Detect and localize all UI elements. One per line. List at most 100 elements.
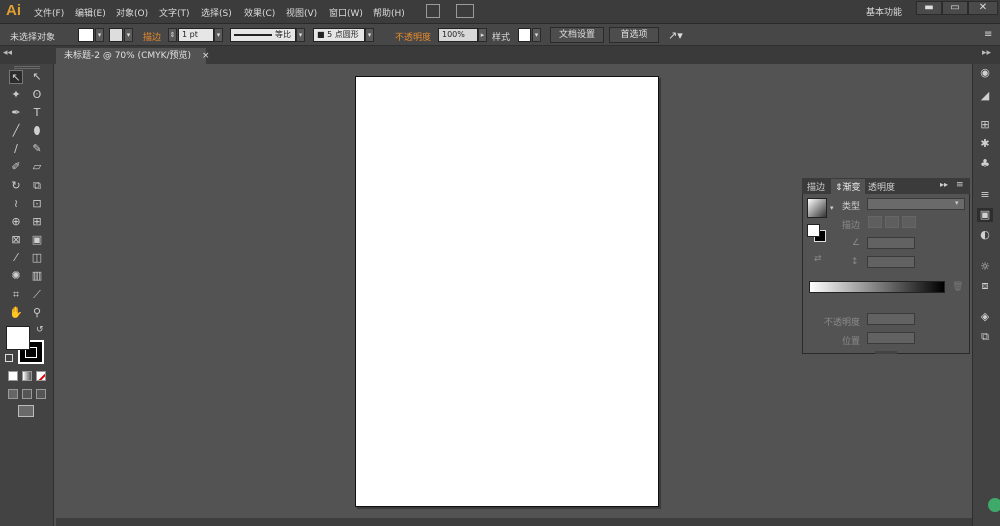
layers-icon[interactable]: ◈ — [977, 310, 993, 324]
direct-selection-tool-icon[interactable]: ↖ — [30, 70, 44, 84]
transparency-panel-icon[interactable]: ◐ — [977, 228, 993, 242]
stroke-along-icon[interactable] — [885, 216, 899, 228]
width-tool-icon[interactable]: ≀ — [9, 197, 23, 211]
brushes-icon[interactable]: ✱ — [977, 137, 993, 151]
eyedropper-tool-icon[interactable]: ⁄ — [9, 251, 23, 265]
stroke-stepper[interactable]: ⇕ — [168, 28, 177, 42]
stop-position-input[interactable] — [867, 332, 915, 344]
shape-builder-tool-icon[interactable]: ⊕ — [9, 215, 23, 229]
stroke-within-icon[interactable] — [868, 216, 882, 228]
lasso-tool-icon[interactable]: ʘ — [30, 88, 44, 102]
profile-dropdown[interactable]: ▾ — [296, 28, 305, 42]
close-window-button[interactable]: ✕ — [968, 1, 998, 15]
stroke-weight-input[interactable]: 1 pt — [178, 28, 214, 42]
collapse-dock-icon[interactable]: ▸▸ — [982, 48, 991, 58]
style-dropdown[interactable]: ▾ — [532, 28, 541, 42]
maximize-button[interactable]: ▭ — [942, 1, 968, 15]
variable-width-profile[interactable]: 等比 — [230, 28, 296, 42]
aspect-ratio-input[interactable] — [867, 256, 915, 268]
symbols-icon[interactable]: ♣ — [977, 157, 993, 171]
stroke-weight-dropdown[interactable]: ▾ — [214, 28, 223, 42]
fill-color-box[interactable] — [6, 326, 30, 350]
magic-wand-tool-icon[interactable]: ✦ — [9, 88, 23, 102]
arrange-documents-icon[interactable] — [456, 4, 474, 18]
pencil-tool-icon[interactable]: ✎ — [30, 142, 44, 156]
gradient-preview-dropdown-icon[interactable]: ▾ — [830, 204, 834, 212]
menu-window[interactable]: 窗口(W) — [329, 6, 363, 19]
document-tab[interactable]: 未标题-2 @ 70% (CMYK/预览) × — [56, 48, 210, 64]
selection-tool-icon[interactable]: ↖ — [9, 70, 23, 84]
perspective-grid-tool-icon[interactable]: ⊞ — [30, 215, 44, 229]
opacity-dropdown[interactable]: ▸ — [478, 28, 487, 42]
graphic-styles-icon[interactable]: ⧈ — [977, 279, 993, 293]
scale-tool-icon[interactable]: ⧉ — [30, 179, 44, 193]
panel-menu-icon[interactable]: ≡ — [956, 180, 964, 190]
artboard-tool-icon[interactable]: ⌗ — [9, 288, 23, 302]
collapse-toolbox-icon[interactable]: ◂◂ — [3, 48, 12, 58]
menu-effect[interactable]: 效果(C) — [244, 6, 275, 19]
opacity-input[interactable]: 100% — [438, 28, 478, 42]
rotate-tool-icon[interactable]: ↻ — [9, 179, 23, 193]
stroke-label[interactable]: 描边 — [143, 30, 161, 43]
gradient-tool-icon[interactable]: ▣ — [30, 233, 44, 247]
pen-tool-icon[interactable]: ✒ — [9, 106, 23, 120]
symbol-sprayer-tool-icon[interactable]: ✺ — [9, 269, 23, 283]
stroke-across-icon[interactable] — [902, 216, 916, 228]
menu-select[interactable]: 选择(S) — [201, 6, 232, 19]
hand-tool-icon[interactable]: ✋ — [9, 306, 23, 320]
control-bar-menu-icon[interactable]: ≡ — [984, 29, 992, 40]
color-icon[interactable]: ◉ — [977, 66, 993, 80]
blob-brush-tool-icon[interactable]: ✐ — [9, 160, 23, 174]
panel-resize-grip[interactable] — [875, 351, 897, 354]
angle-input[interactable] — [867, 237, 915, 249]
minimize-button[interactable]: ▬ — [916, 1, 942, 15]
paintbrush-tool-icon[interactable]: ∕ — [9, 142, 23, 156]
delete-stop-icon[interactable]: 🗑 — [952, 282, 963, 292]
brush-definition[interactable]: ■ 5 点圆形 — [313, 28, 365, 42]
artboards-icon[interactable]: ⧉ — [977, 330, 993, 344]
graphic-style-swatch[interactable] — [518, 28, 531, 42]
opacity-label[interactable]: 不透明度 — [395, 30, 431, 43]
stroke-dropdown[interactable]: ▾ — [124, 28, 133, 42]
blend-tool-icon[interactable]: ◫ — [30, 251, 44, 265]
stop-opacity-input[interactable] — [867, 313, 915, 325]
workspace-switcher[interactable]: 基本功能 — [866, 5, 902, 18]
default-colors-icon[interactable] — [5, 354, 13, 362]
draw-normal-icon[interactable] — [8, 389, 18, 399]
mesh-tool-icon[interactable]: ⊠ — [9, 233, 23, 247]
document-setup-button[interactable]: 文档设置 — [550, 27, 604, 43]
gradient-mode-icon[interactable] — [22, 371, 32, 381]
color-mode-icon[interactable] — [8, 371, 18, 381]
brush-dropdown[interactable]: ▾ — [365, 28, 374, 42]
eraser-tool-icon[interactable]: ▱ — [30, 160, 44, 174]
type-tool-icon[interactable]: T — [30, 106, 44, 120]
gradient-panel-icon[interactable]: ▣ — [977, 208, 993, 222]
menu-edit[interactable]: 编辑(E) — [75, 6, 106, 19]
swatches-icon[interactable]: ⊞ — [977, 118, 993, 132]
menu-help[interactable]: 帮助(H) — [373, 6, 405, 19]
panel-tab-gradient[interactable]: ⇕渐变 — [831, 179, 865, 194]
draw-inside-icon[interactable] — [36, 389, 46, 399]
screen-mode-icon[interactable] — [18, 405, 34, 417]
preferences-button[interactable]: 首选项 — [609, 27, 659, 43]
menu-object[interactable]: 对象(O) — [116, 6, 148, 19]
gradient-preview-swatch[interactable] — [807, 198, 827, 218]
none-mode-icon[interactable] — [36, 371, 46, 381]
gradient-slider[interactable] — [809, 281, 945, 293]
bridge-icon[interactable] — [426, 4, 440, 18]
panel-tab-transparency[interactable]: 透明度 — [868, 180, 895, 193]
menu-type[interactable]: 文字(T) — [159, 6, 190, 19]
stroke-swatch[interactable] — [109, 28, 123, 42]
document-tab-close-button[interactable]: × — [202, 51, 210, 61]
zoom-tool-icon[interactable]: ⚲ — [30, 306, 44, 320]
fill-swatch[interactable] — [78, 28, 94, 42]
stroke-panel-icon[interactable]: ≡ — [977, 188, 993, 202]
quick-actions-icon[interactable]: ↗▾ — [668, 29, 683, 42]
fill-dropdown[interactable]: ▾ — [95, 28, 104, 42]
menu-file[interactable]: 文件(F) — [34, 6, 64, 19]
swap-colors-icon[interactable]: ↺ — [36, 325, 44, 335]
artboard[interactable] — [355, 76, 659, 507]
panel-tab-stroke[interactable]: 描边 — [807, 180, 825, 193]
color-guide-icon[interactable]: ◢ — [977, 89, 993, 103]
column-graph-tool-icon[interactable]: ▥ — [30, 269, 44, 283]
